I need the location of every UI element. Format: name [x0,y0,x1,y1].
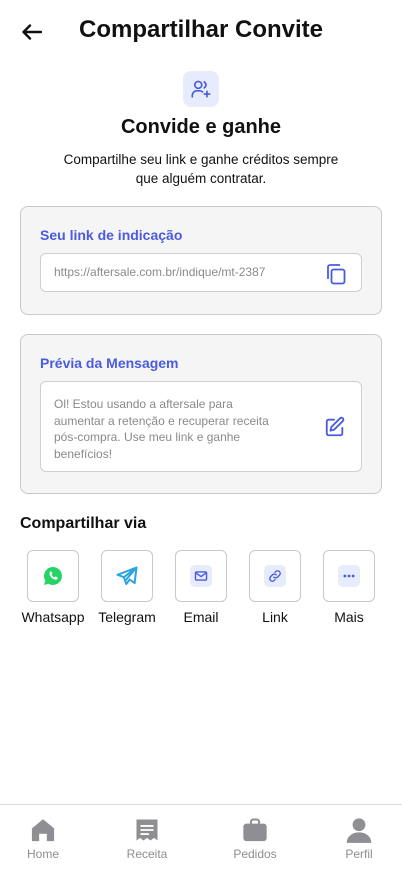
share-link-button[interactable]: Link [238,550,312,625]
share-telegram-label: Telegram [98,609,156,625]
link-icon [269,570,281,582]
nav-item-home[interactable]: Home [3,815,83,861]
copy-link-button[interactable] [324,262,348,286]
share-whatsapp-button[interactable]: Whatsapp [16,550,90,625]
share-more-label: Mais [334,609,364,625]
nav-item-perfil[interactable]: Perfil [319,815,399,861]
add-user-icon-badge [183,71,219,107]
referral-link-field[interactable]: https://aftersale.com.br/indique/mt-2387 [40,253,362,292]
message-preview-field[interactable]: Ol! Estou usando a aftersale para aument… [40,381,362,472]
referral-link-label: Seu link de indicação [40,227,183,243]
referral-link-card: Seu link de indicação https://aftersale.… [20,206,382,315]
receipt-icon [132,815,162,845]
share-more-button[interactable]: Mais [312,550,386,625]
message-preview-label: Prévia da Mensagem [40,355,179,371]
nav-label-home: Home [26,847,59,861]
share-section-title: Compartilhar via [20,515,147,532]
nav-label-pedidos: Pedidos [233,847,277,861]
edit-message-button[interactable] [324,416,348,440]
hero-subtitle: Compartilhe seu link e ganhe créditos se… [63,152,339,186]
copy-icon [327,264,346,285]
message-preview-text: Ol! Estou usando a aftersale para aument… [54,397,269,461]
header: Compartilhar Convite [0,0,402,64]
bottom-nav: Home Receita Pedidos Perfil [0,804,402,874]
share-email-tile[interactable] [175,550,227,602]
share-email-label: Email [183,609,219,625]
user-icon [344,815,374,845]
bag-icon [240,815,270,845]
more-icon [343,574,355,578]
share-email-button[interactable]: Email [164,550,238,625]
home-icon [28,815,58,845]
whatsapp-icon [43,567,62,585]
mail-icon-badge [190,565,212,587]
share-telegram-tile[interactable] [101,550,153,602]
nav-item-pedidos[interactable]: Pedidos [215,815,295,861]
telegram-icon [116,566,138,585]
share-telegram-button[interactable]: Telegram [90,550,164,625]
hero-title: Convide e ganhe [120,116,282,138]
nav-label-perfil: Perfil [345,847,373,861]
share-link-tile[interactable] [249,550,301,602]
page-title: Compartilhar Convite [78,16,324,43]
share-link-label: Link [262,609,288,625]
share-whatsapp-label: Whatsapp [21,609,85,625]
share-more-tile[interactable] [323,550,375,602]
referral-link-text: https://aftersale.com.br/indique/mt-2387 [54,265,266,279]
user-plus-icon [191,80,211,98]
more-icon-badge [338,565,360,587]
mail-icon [194,571,208,581]
link-icon-badge [264,565,286,587]
share-whatsapp-tile[interactable] [27,550,79,602]
nav-label-receita: Receita [126,847,168,861]
pencil-icon [325,416,345,437]
message-preview-card: Prévia da Mensagem Ol! Estou usando a af… [20,334,382,494]
nav-item-receita[interactable]: Receita [107,815,187,861]
